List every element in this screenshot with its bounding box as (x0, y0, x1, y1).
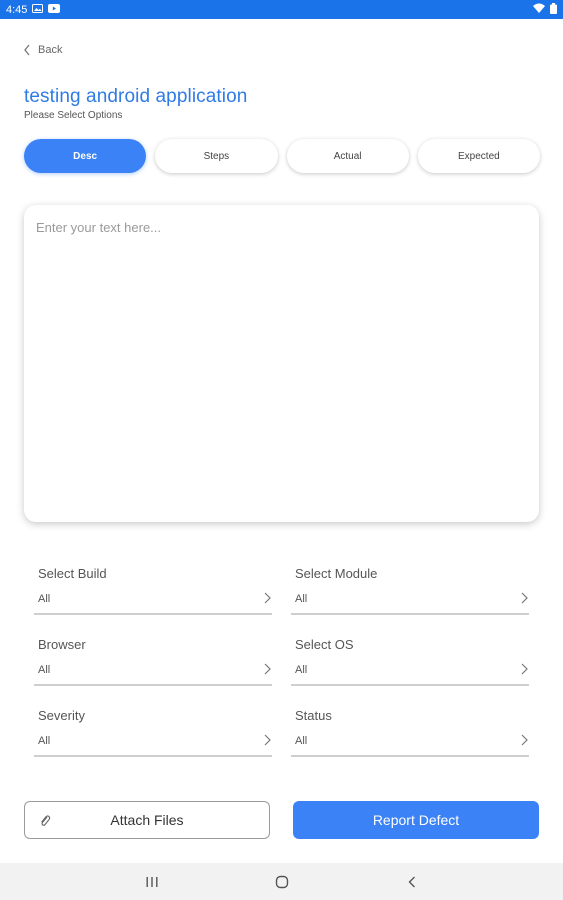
report-defect-button[interactable]: Report Defect (293, 801, 539, 839)
select-build-field[interactable]: Select Build All (34, 566, 272, 618)
tab-steps[interactable]: Steps (155, 139, 278, 173)
field-underline (291, 684, 529, 686)
description-card (24, 205, 539, 522)
field-underline (34, 613, 272, 615)
home-icon[interactable] (267, 867, 297, 897)
back-label: Back (38, 44, 63, 56)
chevron-right-icon (519, 661, 529, 677)
status-label: Status (295, 708, 332, 723)
severity-value: All (38, 735, 51, 747)
report-defect-label: Report Defect (372, 812, 460, 828)
paperclip-icon (39, 813, 51, 829)
status-value: All (295, 735, 308, 747)
attach-files-button[interactable]: Attach Files (24, 801, 270, 839)
select-module-label: Select Module (295, 566, 378, 581)
battery-icon (550, 2, 557, 17)
back-button[interactable]: Back (22, 43, 62, 57)
select-build-label: Select Build (38, 566, 107, 581)
browser-label: Browser (38, 637, 86, 652)
description-textarea[interactable] (24, 205, 539, 522)
chevron-right-icon (519, 732, 529, 748)
tab-desc[interactable]: Desc (24, 139, 147, 173)
system-nav-bar (0, 863, 563, 900)
image-icon (32, 3, 44, 16)
page-title: testing android application (24, 86, 248, 107)
field-underline (291, 755, 529, 757)
severity-field[interactable]: Severity All (34, 708, 272, 760)
chevron-right-icon (262, 661, 272, 677)
field-underline (291, 613, 529, 615)
chevron-right-icon (519, 590, 529, 606)
attach-files-label: Attach Files (110, 812, 184, 828)
field-underline (34, 684, 272, 686)
status-field[interactable]: Status All (291, 708, 529, 760)
chevron-left-icon (22, 43, 32, 57)
browser-value: All (38, 664, 51, 676)
status-bar: 4:45 (0, 0, 563, 19)
status-time: 4:45 (6, 3, 28, 16)
tab-expected[interactable]: Expected (417, 139, 540, 173)
select-module-field[interactable]: Select Module All (291, 566, 529, 618)
select-os-label: Select OS (295, 637, 354, 652)
option-tabs: Desc Steps Actual Expected (24, 139, 540, 173)
severity-label: Severity (38, 708, 85, 723)
chevron-right-icon (262, 732, 272, 748)
select-os-value: All (295, 664, 308, 676)
recents-icon[interactable] (137, 867, 167, 897)
youtube-icon (48, 3, 61, 16)
field-underline (34, 755, 272, 757)
select-build-value: All (38, 593, 51, 605)
browser-field[interactable]: Browser All (34, 637, 272, 689)
wifi-icon (533, 3, 545, 16)
select-module-value: All (295, 593, 308, 605)
chevron-right-icon (262, 590, 272, 606)
back-icon[interactable] (397, 867, 427, 897)
tab-actual[interactable]: Actual (286, 139, 409, 173)
page-subtitle: Please Select Options (24, 110, 123, 121)
select-os-field[interactable]: Select OS All (291, 637, 529, 689)
